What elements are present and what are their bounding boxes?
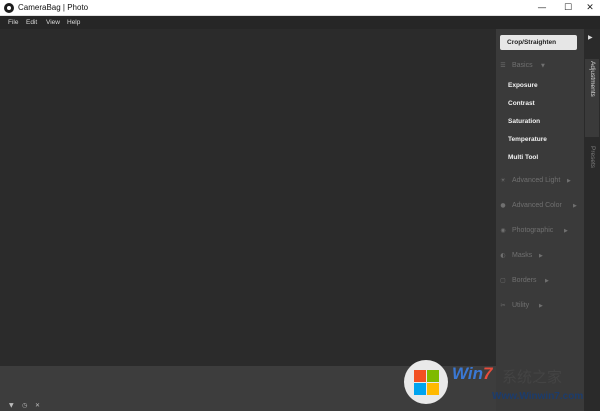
menu-view[interactable]: View bbox=[46, 17, 60, 28]
section-basics-label: Basics bbox=[512, 62, 533, 69]
watermark-logo: Win7 系统之家 Www.Winwin7.com bbox=[400, 358, 600, 411]
camerabag-window: CameraBag | Photo — ☐ ✕ File Edit View H… bbox=[0, 0, 600, 411]
collapse-panel-icon[interactable]: ▶ bbox=[588, 34, 593, 41]
window-title: CameraBag | Photo bbox=[18, 3, 89, 12]
collapsed-arrow-icon: ▶ bbox=[539, 253, 543, 259]
menu-bar: File Edit View Help bbox=[0, 16, 600, 29]
section-advanced-light[interactable]: ☀ Advanced Light ▶ bbox=[499, 175, 583, 187]
collapsed-arrow-icon: ▶ bbox=[545, 278, 549, 284]
collapsed-arrow-icon: ▶ bbox=[567, 178, 571, 184]
minimize-button[interactable]: — bbox=[530, 0, 554, 16]
section-photographic-label: Photographic bbox=[512, 227, 554, 234]
section-borders-label: Borders bbox=[512, 277, 537, 284]
section-photographic[interactable]: ◉ Photographic ▶ bbox=[499, 225, 583, 237]
tab-presets[interactable]: Presets bbox=[585, 144, 599, 184]
watermark-brand: Win7 bbox=[452, 364, 493, 383]
section-advanced-color[interactable]: ● Advanced Color ▶ bbox=[499, 200, 583, 212]
expanded-arrow-icon: ▼ bbox=[541, 63, 545, 69]
section-masks[interactable]: ◐ Masks ▶ bbox=[499, 250, 583, 262]
close-filmstrip-icon[interactable]: ✕ bbox=[35, 402, 40, 409]
section-utility-label: Utility bbox=[512, 302, 530, 309]
adjustments-panel: Crop/Straighten ☰ Basics ▼ Exposure Cont… bbox=[496, 29, 584, 411]
basics-exposure[interactable]: Exposure bbox=[508, 81, 538, 91]
section-borders[interactable]: ▢ Borders ▶ bbox=[499, 275, 583, 287]
camera-icon: ◉ bbox=[500, 227, 506, 234]
menu-help[interactable]: Help bbox=[67, 17, 80, 28]
collapsed-arrow-icon: ▶ bbox=[539, 303, 543, 309]
collapsed-arrow-icon: ▶ bbox=[564, 228, 568, 234]
basics-temperature[interactable]: Temperature bbox=[508, 135, 547, 145]
close-window-button[interactable]: ✕ bbox=[578, 0, 600, 16]
panel-tab-strip: ▶ Adjustments Presets bbox=[584, 29, 600, 411]
camerabag-app-icon bbox=[4, 3, 14, 13]
windows-flag-icon bbox=[404, 360, 448, 404]
tab-presets-label: Presets bbox=[589, 146, 596, 169]
section-advanced-color-label: Advanced Color bbox=[512, 202, 562, 209]
menu-file[interactable]: File bbox=[8, 17, 18, 28]
section-advanced-light-label: Advanced Light bbox=[512, 177, 561, 184]
section-utility[interactable]: ✂ Utility ▶ bbox=[499, 300, 583, 312]
maximize-button[interactable]: ☐ bbox=[556, 0, 580, 16]
basics-saturation[interactable]: Saturation bbox=[508, 117, 540, 127]
section-basics[interactable]: ☰ Basics ▼ bbox=[499, 60, 583, 72]
border-icon: ▢ bbox=[500, 277, 506, 284]
section-masks-label: Masks bbox=[512, 252, 533, 259]
menu-edit[interactable]: Edit bbox=[26, 17, 37, 28]
basics-contrast[interactable]: Contrast bbox=[508, 99, 535, 109]
title-bar: CameraBag | Photo — ☐ ✕ bbox=[0, 0, 600, 16]
filter-dropdown-icon[interactable]: ▼ bbox=[9, 402, 14, 409]
history-clock-icon[interactable]: ◷ bbox=[22, 402, 27, 409]
tab-adjustments[interactable]: Adjustments bbox=[585, 59, 599, 137]
collapsed-arrow-icon: ▶ bbox=[573, 203, 577, 209]
mask-icon: ◐ bbox=[500, 252, 506, 259]
watermark-brand-cn: 系统之家 bbox=[502, 369, 563, 386]
sun-icon: ☀ bbox=[500, 177, 506, 184]
sliders-icon: ☰ bbox=[500, 62, 506, 69]
crop-straighten-button[interactable]: Crop/Straighten bbox=[500, 35, 577, 50]
watermark-url: Www.Winwin7.com bbox=[492, 391, 584, 402]
photo-canvas[interactable] bbox=[0, 29, 496, 366]
palette-icon: ● bbox=[500, 202, 506, 209]
tools-icon: ✂ bbox=[500, 302, 506, 309]
tab-adjustments-label: Adjustments bbox=[589, 61, 596, 97]
basics-multi-tool[interactable]: Multi Tool bbox=[508, 153, 538, 163]
